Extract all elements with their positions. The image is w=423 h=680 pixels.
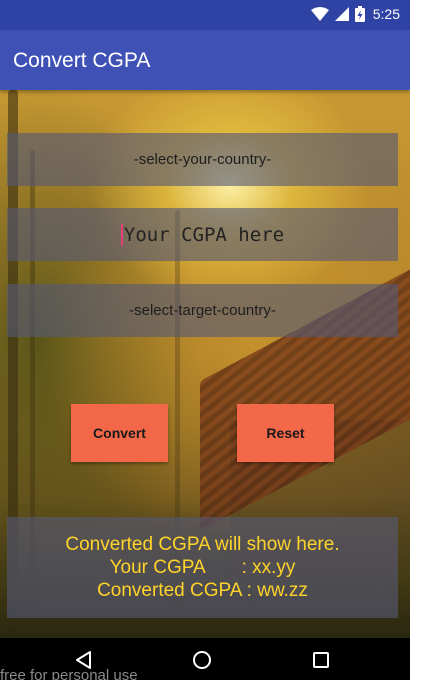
right-edge-strip xyxy=(410,0,423,680)
your-cgpa-line: Your CGPA : xx.yy xyxy=(109,557,296,578)
status-icons: 5:25 xyxy=(310,6,400,22)
status-bar: 5:25 xyxy=(0,0,410,30)
text-cursor xyxy=(120,223,123,246)
converted-cgpa-line: Converted CGPA : ww.zz xyxy=(97,580,308,601)
wifi-icon xyxy=(310,7,329,21)
reset-button[interactable]: Reset xyxy=(237,404,334,462)
home-button[interactable] xyxy=(189,648,215,672)
cgpa-input[interactable]: Your CGPA here xyxy=(7,208,398,261)
target-country-spinner[interactable]: -select-target-country- xyxy=(7,284,398,337)
signal-icon xyxy=(334,7,349,21)
result-panel: Converted CGPA will show here. Your CGPA… xyxy=(7,517,398,618)
source-country-label: -select-your-country- xyxy=(133,151,272,168)
home-icon xyxy=(193,651,211,669)
status-time: 5:25 xyxy=(372,6,400,22)
content-area: -select-your-country- Your CGPA here -se… xyxy=(0,90,410,638)
convert-button[interactable]: Convert xyxy=(71,404,168,462)
watermark-text: free for personal use xyxy=(0,667,138,680)
target-country-label: -select-target-country- xyxy=(129,302,276,319)
recents-button[interactable] xyxy=(308,648,334,672)
result-message: Converted CGPA will show here. xyxy=(65,534,340,555)
battery-charging-icon xyxy=(354,6,365,22)
source-country-spinner[interactable]: -select-your-country- xyxy=(7,133,398,186)
app-title: Convert CGPA xyxy=(13,49,151,72)
recents-icon xyxy=(313,652,329,668)
cgpa-placeholder: Your CGPA here xyxy=(123,223,285,246)
app-bar: Convert CGPA xyxy=(0,30,410,90)
